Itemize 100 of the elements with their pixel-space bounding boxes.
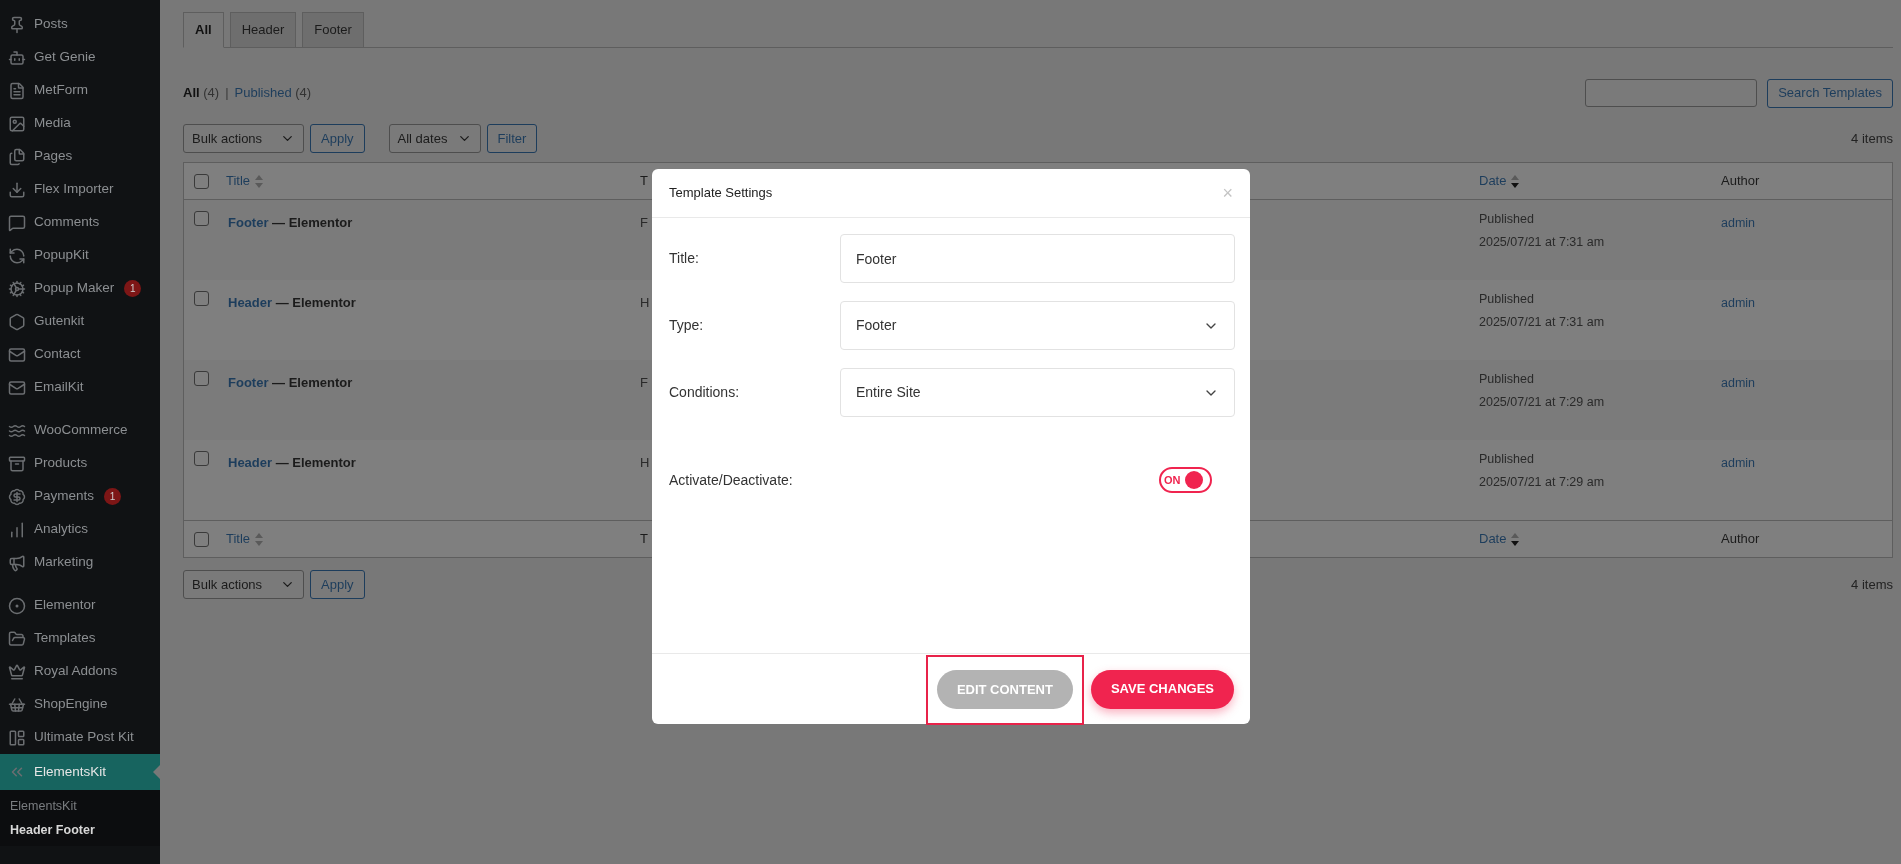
sidebar-item[interactable]: Royal Addons — [0, 655, 160, 688]
sidebar-item[interactable]: ElementsKit — [0, 754, 160, 790]
column-header: T — [640, 530, 648, 549]
table-cell: H — [640, 295, 650, 310]
toggle-switch[interactable]: ON — [1159, 467, 1212, 493]
count-badge: 1 — [124, 280, 142, 297]
select-field[interactable]: Footer — [840, 301, 1235, 350]
search-field[interactable] — [1585, 79, 1758, 107]
status-text: Published — [1479, 211, 1535, 228]
sidebar-item[interactable]: Pages — [0, 140, 160, 173]
download-icon — [8, 180, 26, 199]
robot-icon — [8, 48, 26, 67]
column-header[interactable]: Title — [226, 529, 251, 549]
checkbox[interactable] — [194, 291, 209, 306]
title-link[interactable]: Header — [228, 455, 273, 470]
template-title: Footer — Elementor — [228, 375, 353, 390]
column-header[interactable]: Title — [226, 171, 251, 191]
submenu-item[interactable]: Header Footer — [0, 818, 160, 842]
table-cell: F — [640, 375, 648, 390]
author-link[interactable]: admin — [1721, 216, 1756, 230]
sidebar-item[interactable]: WooCommerce — [0, 414, 160, 447]
checkbox[interactable] — [194, 451, 209, 466]
layout-icon — [8, 728, 26, 747]
checkbox[interactable] — [194, 531, 209, 547]
sidebar-item[interactable]: Analytics — [0, 513, 160, 546]
field-label: Type: — [669, 316, 705, 335]
title-link[interactable]: Header — [228, 295, 273, 310]
tab[interactable]: All — [183, 12, 224, 48]
sidebar-item[interactable]: Contact — [0, 338, 160, 371]
sidebar-item[interactable]: Get Genie — [0, 41, 160, 74]
dropdown[interactable]: All dates — [388, 124, 481, 153]
bar-chart-icon — [8, 520, 26, 539]
status-filter[interactable]: All (4) — [183, 83, 220, 103]
sidebar-item[interactable]: Products — [0, 447, 160, 480]
sidebar-item[interactable]: Templates — [0, 622, 160, 655]
cog-icon — [8, 279, 26, 298]
column-header: Author — [1721, 172, 1760, 191]
title-input[interactable]: Footer — [840, 234, 1235, 283]
template-title: Header — Elementor — [228, 455, 356, 470]
sidebar-item[interactable]: Posts — [0, 8, 160, 41]
dropdown[interactable]: Bulk actions — [183, 124, 304, 153]
checkbox[interactable] — [194, 211, 209, 226]
date-text: 2025/07/21 at 7:31 am — [1479, 233, 1606, 251]
checkbox[interactable] — [194, 371, 209, 386]
item-count: 4 items — [1851, 129, 1893, 148]
sidebar-item[interactable]: Elementor — [0, 589, 160, 622]
sidebar-item[interactable]: EmailKit — [0, 371, 160, 404]
pages-icon — [8, 147, 26, 166]
sidebar-item[interactable]: Gutenkit — [0, 305, 160, 338]
date-text: 2025/07/21 at 7:29 am — [1479, 473, 1606, 491]
status-filter[interactable]: Published (4) — [234, 83, 312, 103]
sidebar-item[interactable]: PopupKit — [0, 239, 160, 272]
action-button[interactable]: Filter — [486, 124, 538, 153]
field-label: Title: — [669, 249, 700, 268]
sidebar-item[interactable]: Marketing — [0, 546, 160, 579]
author-link[interactable]: admin — [1721, 456, 1756, 470]
template-title: Header — Elementor — [228, 295, 356, 310]
column-header[interactable]: Date — [1479, 171, 1507, 191]
column-header[interactable]: Date — [1479, 529, 1507, 549]
title-link[interactable]: Footer — [228, 375, 269, 390]
image-icon — [8, 114, 26, 133]
action-button[interactable]: Apply — [310, 124, 365, 153]
title-link[interactable]: Footer — [228, 215, 269, 230]
pin-icon — [8, 15, 26, 34]
template-title: Footer — Elementor — [228, 215, 353, 230]
document-icon — [8, 81, 26, 100]
sidebar-item[interactable]: MetForm — [0, 74, 160, 107]
envelope-icon — [8, 378, 26, 397]
action-button[interactable]: Apply — [310, 570, 365, 599]
author-link[interactable]: admin — [1721, 296, 1756, 310]
sidebar-item[interactable]: Flex Importer — [0, 173, 160, 206]
sidebar-item[interactable]: Payments 1 — [0, 480, 160, 513]
checkbox[interactable] — [194, 173, 209, 189]
author-link[interactable]: admin — [1721, 376, 1756, 390]
sidebar-item[interactable]: ShopEngine — [0, 688, 160, 721]
field-label: Conditions: — [669, 383, 741, 402]
sidebar-item[interactable]: Ultimate Post Kit — [0, 721, 160, 754]
dialog-button[interactable]: SAVE CHANGES — [1090, 669, 1234, 709]
circle-arrow-icon — [8, 246, 26, 265]
tab[interactable]: Header — [229, 12, 297, 48]
status-text: Published — [1479, 451, 1535, 468]
tab[interactable]: Footer — [302, 12, 364, 48]
speech-bubble-icon — [8, 213, 26, 232]
select-field[interactable]: Entire Site — [840, 368, 1235, 417]
sidebar-item[interactable]: Popup Maker 1 — [0, 272, 160, 305]
submenu-item[interactable]: ElementsKit — [0, 794, 160, 818]
table-cell: H — [640, 455, 650, 470]
sidebar-item[interactable]: Comments — [0, 206, 160, 239]
column-header: Author — [1721, 530, 1760, 549]
dropdown[interactable]: Bulk actions — [183, 570, 304, 599]
megaphone-icon — [8, 553, 26, 572]
envelope-icon — [8, 345, 26, 364]
date-text: 2025/07/21 at 7:29 am — [1479, 393, 1606, 411]
table-cell: F — [640, 215, 648, 230]
date-text: 2025/07/21 at 7:31 am — [1479, 313, 1606, 331]
field-label: Activate/Deactivate: — [669, 470, 794, 490]
status-text: Published — [1479, 291, 1535, 308]
basket-icon — [8, 695, 26, 714]
sidebar-item[interactable]: Media — [0, 107, 160, 140]
action-button[interactable]: Search Templates — [1767, 78, 1893, 108]
